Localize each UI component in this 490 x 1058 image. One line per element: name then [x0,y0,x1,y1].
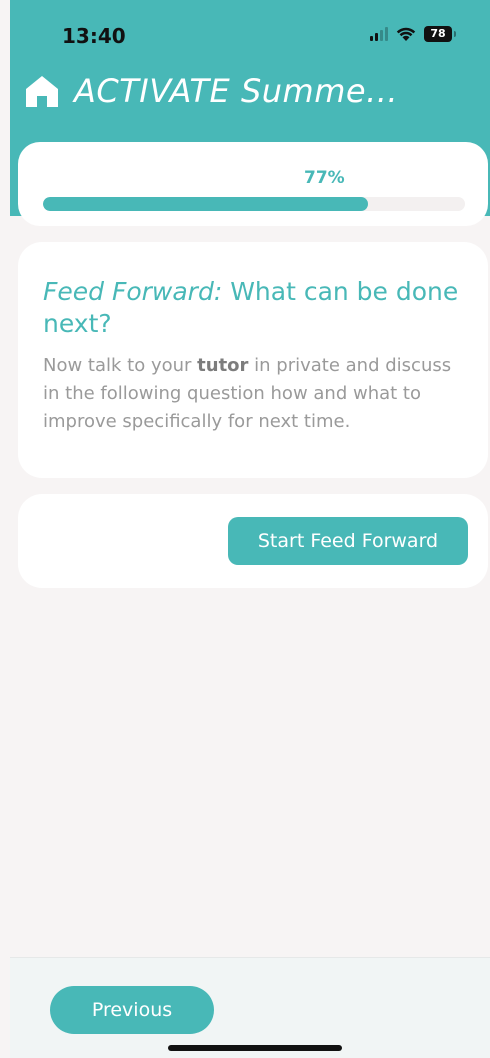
home-icon[interactable] [24,73,60,109]
progress-fill [43,197,368,211]
progress-card: 77% [18,142,488,226]
status-time: 13:40 [62,24,126,48]
feed-forward-card: Feed Forward: What can be done next? Now… [18,242,488,478]
cellular-signal-icon [370,27,388,41]
feed-forward-description: Now talk to your tutor in private and di… [43,352,464,436]
status-bar: 13:40 78 [10,0,490,70]
previous-button[interactable]: Previous [50,986,214,1034]
status-icons: 78 [370,26,456,42]
desc-bold: tutor [197,355,249,376]
heading-italic: Feed Forward: [43,277,223,306]
bottom-navigation: Previous [10,957,490,1058]
feed-forward-heading: Feed Forward: What can be done next? [43,276,464,340]
progress-bar [43,197,465,211]
battery-icon: 78 [424,26,456,42]
home-indicator[interactable] [168,1045,342,1051]
app-header: ACTIVATE Summe... [24,72,398,110]
action-card: Start Feed Forward [18,494,488,588]
page-title: ACTIVATE Summe... [74,72,399,110]
desc-before: Now talk to your [43,355,198,376]
start-feed-forward-button[interactable]: Start Feed Forward [228,517,468,565]
progress-label: 77% [304,168,345,188]
wifi-icon [396,27,416,41]
